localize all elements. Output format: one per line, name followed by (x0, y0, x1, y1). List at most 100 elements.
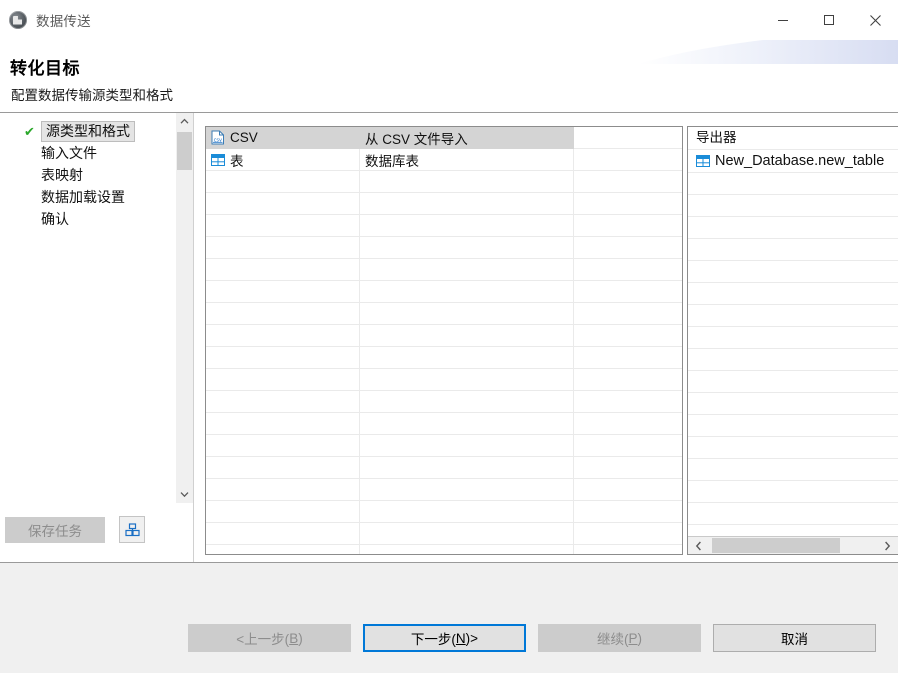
list-item-empty[interactable] (688, 261, 898, 283)
maximize-button[interactable] (806, 0, 852, 40)
sidebar-item-source-type[interactable]: ✔ 源类型和格式 (0, 120, 176, 142)
exporter-panel[interactable]: 导出器 New_Database.new_table (687, 126, 898, 555)
next-button[interactable]: 下一步(N)> (363, 624, 526, 652)
empty-cell (359, 192, 574, 215)
page-title: 转化目标 (10, 59, 80, 78)
list-item-empty[interactable] (688, 371, 898, 393)
table-row-empty[interactable] (206, 192, 682, 215)
table-row-empty[interactable] (206, 280, 682, 303)
scroll-right-button[interactable] (879, 537, 896, 554)
table-row-empty[interactable] (206, 522, 682, 545)
sidebar-item-table-mapping[interactable]: 表映射 (0, 164, 176, 186)
minimize-button[interactable] (760, 0, 806, 40)
empty-cell (206, 258, 360, 281)
sidebar-item-confirm[interactable]: 确认 (0, 208, 176, 230)
list-item-empty[interactable] (688, 217, 898, 239)
chevron-down-icon (180, 492, 189, 498)
list-item-empty[interactable] (688, 173, 898, 195)
empty-cell (573, 192, 682, 215)
source-desc-cell: 数据库表 (359, 148, 574, 171)
table-row-empty[interactable] (206, 324, 682, 347)
list-item-empty[interactable] (688, 437, 898, 459)
source-extra-cell (573, 148, 682, 171)
list-item-empty[interactable] (688, 283, 898, 305)
empty-cell (206, 346, 360, 369)
scroll-down-button[interactable] (176, 486, 193, 503)
cancel-button[interactable]: 取消 (713, 624, 876, 652)
dialog-footer: <上一步(B) 下一步(N)> 继续(P) 取消 (0, 563, 898, 673)
table-row-empty[interactable] (206, 412, 682, 435)
empty-cell (359, 434, 574, 457)
minimize-icon (778, 20, 788, 21)
sidebar-item-label: 源类型和格式 (41, 120, 135, 142)
empty-cell (206, 456, 360, 479)
scroll-up-button[interactable] (176, 113, 193, 130)
table-row-empty[interactable] (206, 236, 682, 259)
empty-cell (359, 214, 574, 237)
list-item-empty[interactable] (688, 195, 898, 217)
empty-cell (359, 390, 574, 413)
table-row-empty[interactable] (206, 214, 682, 237)
empty-cell (359, 500, 574, 523)
list-item[interactable]: New_Database.new_table (688, 150, 898, 173)
list-item-empty[interactable] (688, 349, 898, 371)
empty-cell (206, 478, 360, 501)
empty-cell (206, 214, 360, 237)
table-row-empty[interactable] (206, 434, 682, 457)
list-item-empty[interactable] (688, 481, 898, 503)
source-type-list[interactable]: csv CSV 从 CSV 文件导入 表 数据库表 (205, 126, 683, 555)
table-row-empty[interactable] (206, 456, 682, 479)
empty-cell (206, 302, 360, 325)
table-row[interactable]: 表 数据库表 (206, 148, 682, 171)
chevron-right-icon (885, 541, 891, 550)
tree-vertical-scrollbar[interactable] (176, 113, 193, 503)
table-row[interactable]: csv CSV 从 CSV 文件导入 (206, 127, 682, 149)
empty-cell (573, 280, 682, 303)
list-item-empty[interactable] (688, 239, 898, 261)
scroll-left-button[interactable] (690, 537, 707, 554)
maximize-icon (824, 15, 834, 25)
chevron-up-icon (180, 118, 189, 124)
empty-cell (206, 434, 360, 457)
source-name-cell: 表 (206, 148, 360, 171)
step-list: ✔ 源类型和格式 输入文件 表映射 数据加载设置 确认 (0, 120, 176, 230)
table-row-empty[interactable] (206, 544, 682, 554)
table-row-empty[interactable] (206, 478, 682, 501)
table-row-empty[interactable] (206, 500, 682, 523)
table-row-empty[interactable] (206, 302, 682, 325)
empty-cell (359, 346, 574, 369)
table-row-empty[interactable] (206, 170, 682, 193)
empty-cell (206, 368, 360, 391)
back-button[interactable]: <上一步(B) (188, 624, 351, 652)
wizard-button-row: <上一步(B) 下一步(N)> 继续(P) 取消 (188, 624, 876, 652)
list-item-empty[interactable] (688, 459, 898, 481)
close-button[interactable] (852, 0, 898, 40)
window-title: 数据传送 (36, 14, 91, 29)
sidebar-item-input-file[interactable]: 输入文件 (0, 142, 176, 164)
proceed-button[interactable]: 继续(P) (538, 624, 701, 652)
empty-cell (206, 170, 360, 193)
table-row-empty[interactable] (206, 390, 682, 413)
sidebar-item-load-settings[interactable]: 数据加载设置 (0, 186, 176, 208)
empty-cell (359, 412, 574, 435)
empty-cell (206, 324, 360, 347)
empty-cell (359, 478, 574, 501)
table-row-empty[interactable] (206, 368, 682, 391)
sidebar-item-label: 确认 (41, 211, 69, 227)
empty-cell (573, 346, 682, 369)
exporter-horizontal-scrollbar[interactable] (688, 536, 898, 554)
empty-cell (573, 258, 682, 281)
save-task-icon-button[interactable] (119, 516, 145, 543)
empty-cell (359, 236, 574, 259)
hscroll-thumb[interactable] (712, 538, 840, 553)
list-item-empty[interactable] (688, 327, 898, 349)
table-row-empty[interactable] (206, 258, 682, 281)
list-item-empty[interactable] (688, 503, 898, 525)
list-item-empty[interactable] (688, 393, 898, 415)
table-row-empty[interactable] (206, 346, 682, 369)
list-item-empty[interactable] (688, 415, 898, 437)
save-task-button[interactable]: 保存任务 (5, 516, 105, 543)
app-icon (9, 11, 27, 29)
list-item-empty[interactable] (688, 305, 898, 327)
scroll-thumb[interactable] (177, 132, 192, 170)
